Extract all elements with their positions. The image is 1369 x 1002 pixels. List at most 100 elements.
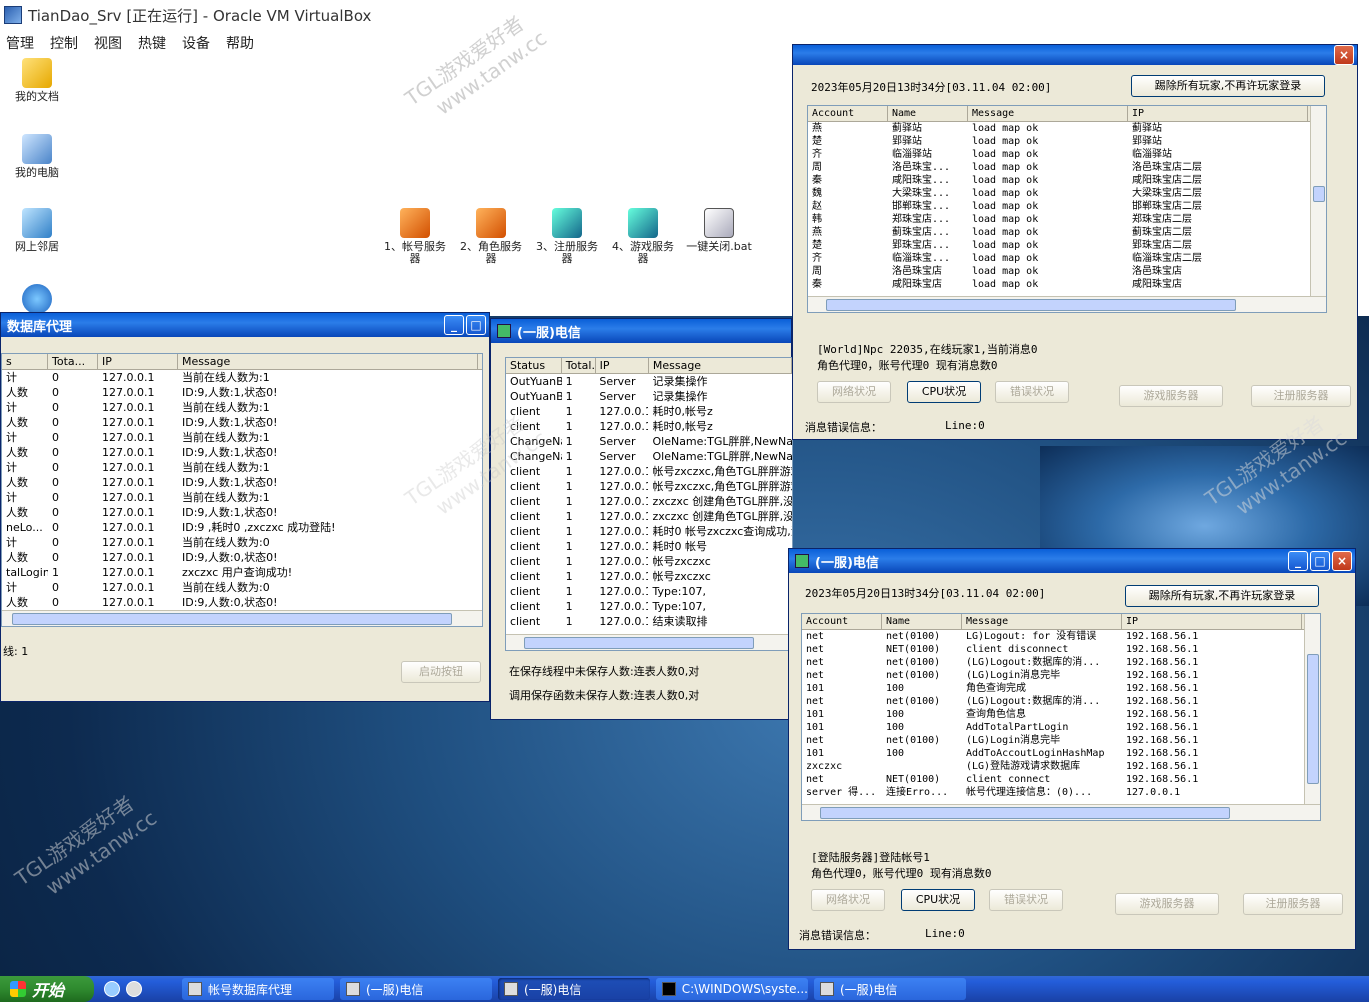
- task-cmd[interactable]: C:\WINDOWS\syste...: [656, 978, 808, 1000]
- list-row[interactable]: talLogin 1 127.0.0.1 zxczxc 用户查询成功!: [2, 565, 482, 580]
- list-row[interactable]: 周 洛邑珠宝... load map ok 洛邑珠宝店二层: [808, 161, 1326, 174]
- error-status-button[interactable]: 错误状况: [995, 381, 1069, 403]
- column-header[interactable]: Name: [882, 614, 962, 629]
- desktop-icon-my-documents[interactable]: 我的文档: [2, 58, 72, 103]
- list-row[interactable]: neLo... 0 127.0.0.1 ID:9 ,耗时0 ,zxczxc 成功登陆!: [2, 520, 482, 535]
- close-icon[interactable]: ×: [1334, 45, 1354, 65]
- column-header[interactable]: Account: [802, 614, 882, 629]
- cpu-status-button[interactable]: CPU状况: [907, 381, 981, 403]
- list-row[interactable]: 人数 0 127.0.0.1 ID:9,人数:1,状态0!: [2, 385, 482, 400]
- list-row[interactable]: OutYuanBa...1 Server 记录集操作: [506, 389, 792, 404]
- list-row[interactable]: 楚 郢珠宝店... load map ok 郢珠宝店二层: [808, 239, 1326, 252]
- game-server-button[interactable]: 游戏服务器: [1119, 385, 1223, 407]
- menu-hotkey[interactable]: 热键: [138, 33, 166, 53]
- list-row[interactable]: client 1 127.0.0.1 耗时0,帐号z: [506, 404, 792, 419]
- list-row[interactable]: 赵 邯郸珠宝... load map ok 邯郸珠宝店二层: [808, 200, 1326, 213]
- list-row[interactable]: net net(0100) (LG)Login消息完毕 192.168.56.1: [802, 734, 1320, 747]
- game-server-button[interactable]: 游戏服务器: [1115, 893, 1219, 915]
- menu-devices[interactable]: 设备: [182, 33, 210, 53]
- kick-all-players-button[interactable]: 踢除所有玩家,不再许玩家登录: [1131, 75, 1325, 97]
- list-row[interactable]: client 1 127.0.0.1zxczxc 创建角色TGL胖胖,没有错误!: [506, 509, 792, 524]
- desktop-icon-game-server[interactable]: 4、游戏服务器: [608, 208, 678, 265]
- menu-manage[interactable]: 管理: [6, 33, 34, 53]
- horizontal-scrollbar[interactable]: [2, 610, 482, 626]
- column-header[interactable]: IP: [98, 354, 178, 369]
- mid-server-titlebar[interactable]: (一服)电信: [491, 319, 791, 343]
- list-row[interactable]: net NET(0100) client connect 192.168.56.1: [802, 773, 1320, 786]
- menu-control[interactable]: 控制: [50, 33, 78, 53]
- minimize-icon[interactable]: _: [444, 315, 464, 335]
- start-button[interactable]: 开始: [0, 976, 94, 1002]
- list-row[interactable]: 101 100 AddTotalPartLogin 192.168.56.1: [802, 721, 1320, 734]
- task-server-3[interactable]: (一服)电信: [814, 978, 966, 1000]
- list-row[interactable]: net net(0100) (LG)Login消息完毕 192.168.56.1: [802, 669, 1320, 682]
- start-button[interactable]: 启动按钮: [401, 661, 481, 683]
- column-header[interactable]: Message: [968, 106, 1128, 121]
- desktop-quicklaunch-icon[interactable]: [126, 981, 142, 997]
- login-log-list[interactable]: Account Name Message IP net net(0100) LG)Logo…: [801, 613, 1321, 821]
- list-row[interactable]: zxczxc (LG)登陆游戏请求数据库 192.168.56.1: [802, 760, 1320, 773]
- list-row[interactable]: client 1 127.0.0.1帐号zxczxc,角色TGL胖胖游戏登陆查询: [506, 479, 792, 494]
- list-row[interactable]: net net(0100) (LG)Logout:数据库的消... 192.168.5…: [802, 695, 1320, 708]
- list-row[interactable]: client 1 127.0.0.1 耗时0 帐号: [506, 539, 792, 554]
- list-row[interactable]: 计 0 127.0.0.1 当前在线人数为:1: [2, 400, 482, 415]
- list-row[interactable]: 101 100 查询角色信息 192.168.56.1: [802, 708, 1320, 721]
- column-header[interactable]: Message: [649, 358, 792, 373]
- list-row[interactable]: client 1 127.0.0.1 帐号zxczxc: [506, 554, 792, 569]
- list-row[interactable]: 韩 郑珠宝店... load map ok 郑珠宝店二层: [808, 213, 1326, 226]
- task-server-2[interactable]: (一服)电信: [498, 978, 650, 1000]
- db-proxy-list[interactable]: s Tota... IP Message 计 0 127.0.0.1 当前在线人数为:1 人数…: [1, 353, 483, 627]
- network-status-button[interactable]: 网络状况: [817, 381, 891, 403]
- list-row[interactable]: client 1 127.0.0.1 结束读取排: [506, 614, 792, 629]
- list-row[interactable]: 人数 0 127.0.0.1 ID:9,人数:0,状态0!: [2, 550, 482, 565]
- register-server-button[interactable]: 注册服务器: [1243, 893, 1343, 915]
- list-row[interactable]: 101 100 AddToAccoutLoginHashMap 192.168.56.…: [802, 747, 1320, 760]
- kick-all-players-button[interactable]: 踢除所有玩家,不再许玩家登录: [1125, 585, 1319, 607]
- list-row[interactable]: client 1 127.0.0.1帐号zxczxc,角色TGL胖胖游戏登陆查询: [506, 464, 792, 479]
- list-row[interactable]: server 得... 连接Erro... 帐号代理连接信息：(0)... 127.0…: [802, 786, 1320, 799]
- menu-view[interactable]: 视图: [94, 33, 122, 53]
- list-row[interactable]: client 1 127.0.0.1zxczxc 创建角色TGL胖胖,没有错误!: [506, 494, 792, 509]
- list-row[interactable]: 燕 蓟珠宝店... load map ok 蓟珠宝店二层: [808, 226, 1326, 239]
- task-server-1[interactable]: (一服)电信: [340, 978, 492, 1000]
- desktop-icon-role-server[interactable]: 2、角色服务器: [456, 208, 526, 265]
- list-row[interactable]: 齐 临淄珠宝... load map ok 临淄珠宝店二层: [808, 252, 1326, 265]
- list-row[interactable]: client 1 127.0.0.1 Type:107,: [506, 584, 792, 599]
- list-row[interactable]: 计 0 127.0.0.1 当前在线人数为:1: [2, 490, 482, 505]
- list-row[interactable]: 101 100 角色查询完成 192.168.56.1: [802, 682, 1320, 695]
- list-row[interactable]: 计 0 127.0.0.1 当前在线人数为:1: [2, 430, 482, 445]
- column-header[interactable]: Message: [962, 614, 1122, 629]
- list-row[interactable]: client 1 127.0.0.1耗时0 帐号zxczxc查询成功,没有错误!: [506, 524, 792, 539]
- list-row[interactable]: 楚 郢驿站 load map ok 郢驿站: [808, 135, 1326, 148]
- horizontal-scrollbar[interactable]: [808, 296, 1326, 312]
- top-right-titlebar[interactable]: ×: [793, 45, 1357, 65]
- list-row[interactable]: 计 0 127.0.0.1 当前在线人数为:0: [2, 580, 482, 595]
- list-row[interactable]: OutYuanBa...1 Server 记录集操作: [506, 374, 792, 389]
- column-header[interactable]: Name: [888, 106, 968, 121]
- desktop-icon-shutdown-bat[interactable]: 一键关闭.bat: [684, 208, 754, 253]
- list-row[interactable]: 秦 咸阳珠宝... load map ok 咸阳珠宝店二层: [808, 174, 1326, 187]
- vertical-scrollbar[interactable]: [1310, 106, 1326, 296]
- list-row[interactable]: client 1 127.0.0.1 耗时0,帐号z: [506, 419, 792, 434]
- map-load-list[interactable]: Account Name Message IP 燕 蓟驿站 load map ok 蓟驿站楚…: [807, 105, 1327, 313]
- list-row[interactable]: 计 0 127.0.0.1 当前在线人数为:0: [2, 535, 482, 550]
- db-proxy-titlebar[interactable]: 数据库代理 _ □: [1, 313, 489, 337]
- list-row[interactable]: client 1 127.0.0.1 Type:107,: [506, 599, 792, 614]
- register-server-button[interactable]: 注册服务器: [1251, 385, 1351, 407]
- list-row[interactable]: 人数 0 127.0.0.1 ID:9,人数:0,状态0!: [2, 595, 482, 610]
- column-header[interactable]: s: [2, 354, 48, 369]
- list-row[interactable]: 计 0 127.0.0.1 当前在线人数为:1: [2, 370, 482, 385]
- mid-server-list[interactable]: StatusTotal...IPMessage OutYuanBa...1Ser…: [505, 357, 793, 651]
- minimize-icon[interactable]: _: [1288, 551, 1308, 571]
- maximize-icon[interactable]: □: [1310, 551, 1330, 571]
- column-header[interactable]: Tota...: [48, 354, 98, 369]
- network-status-button[interactable]: 网络状况: [811, 889, 885, 911]
- maximize-icon[interactable]: □: [466, 315, 486, 335]
- column-header[interactable]: Message: [178, 354, 478, 369]
- list-row[interactable]: 齐 临淄驿站 load map ok 临淄驿站: [808, 148, 1326, 161]
- list-row[interactable]: 人数 0 127.0.0.1 ID:9,人数:1,状态0!: [2, 415, 482, 430]
- list-row[interactable]: 人数 0 127.0.0.1 ID:9,人数:1,状态0!: [2, 505, 482, 520]
- bottom-right-titlebar[interactable]: (一服)电信 _ □ ×: [789, 549, 1355, 573]
- menu-help[interactable]: 帮助: [226, 33, 254, 53]
- list-row[interactable]: client 1 127.0.0.1 帐号zxczxc: [506, 569, 792, 584]
